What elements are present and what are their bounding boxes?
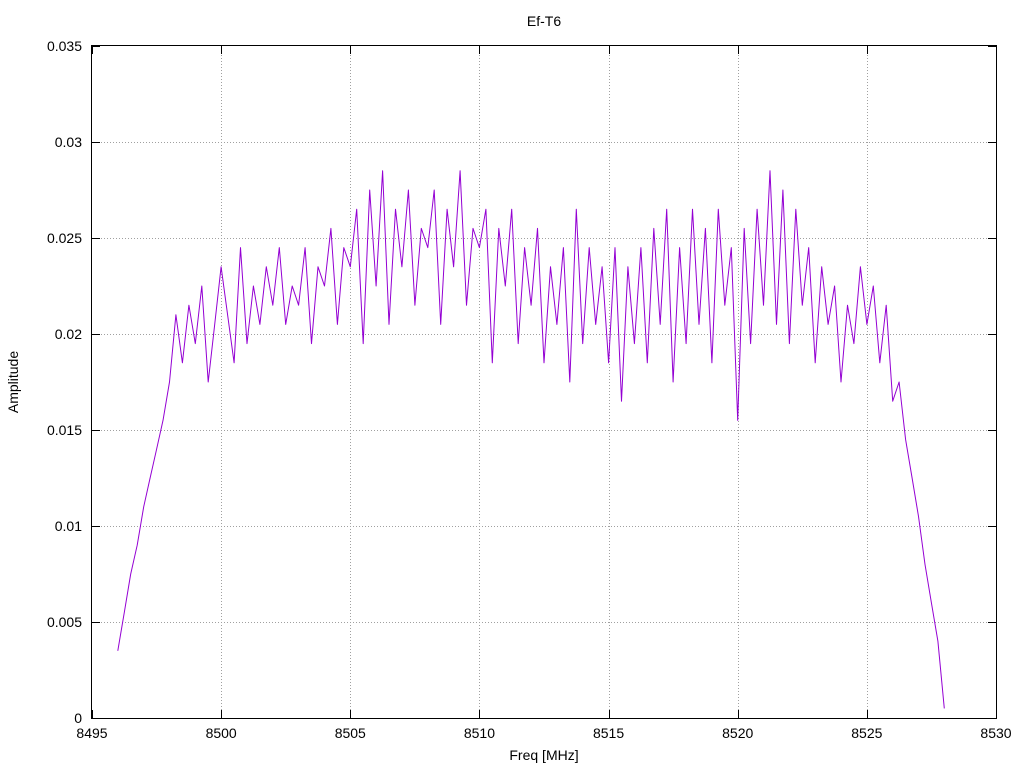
chart: 8495 8500 8505 8510 8515 8520 8525 8530 0 0.005 0… xyxy=(0,0,1024,768)
x-tick-label: 8500 xyxy=(206,725,237,741)
chart-background xyxy=(0,0,1024,768)
x-axis-label: Freq [MHz] xyxy=(509,747,578,763)
x-tick-label: 8530 xyxy=(980,725,1011,741)
y-tick-label: 0.005 xyxy=(47,614,82,630)
y-tick-label: 0.01 xyxy=(55,518,82,534)
y-tick-label: 0.035 xyxy=(47,38,82,54)
x-tick-label: 8495 xyxy=(76,725,107,741)
y-tick-label: 0.015 xyxy=(47,422,82,438)
y-tick-label: 0 xyxy=(74,710,82,726)
x-tick-label: 8525 xyxy=(851,725,882,741)
y-tick-label: 0.02 xyxy=(55,326,82,342)
x-tick-label: 8505 xyxy=(335,725,366,741)
x-tick-label: 8520 xyxy=(722,725,753,741)
x-tick-label: 8515 xyxy=(593,725,624,741)
y-tick-label: 0.03 xyxy=(55,134,82,150)
x-tick-label: 8510 xyxy=(464,725,495,741)
chart-title: Ef-T6 xyxy=(527,13,561,29)
y-axis-label: Amplitude xyxy=(5,351,21,413)
y-tick-label: 0.025 xyxy=(47,230,82,246)
